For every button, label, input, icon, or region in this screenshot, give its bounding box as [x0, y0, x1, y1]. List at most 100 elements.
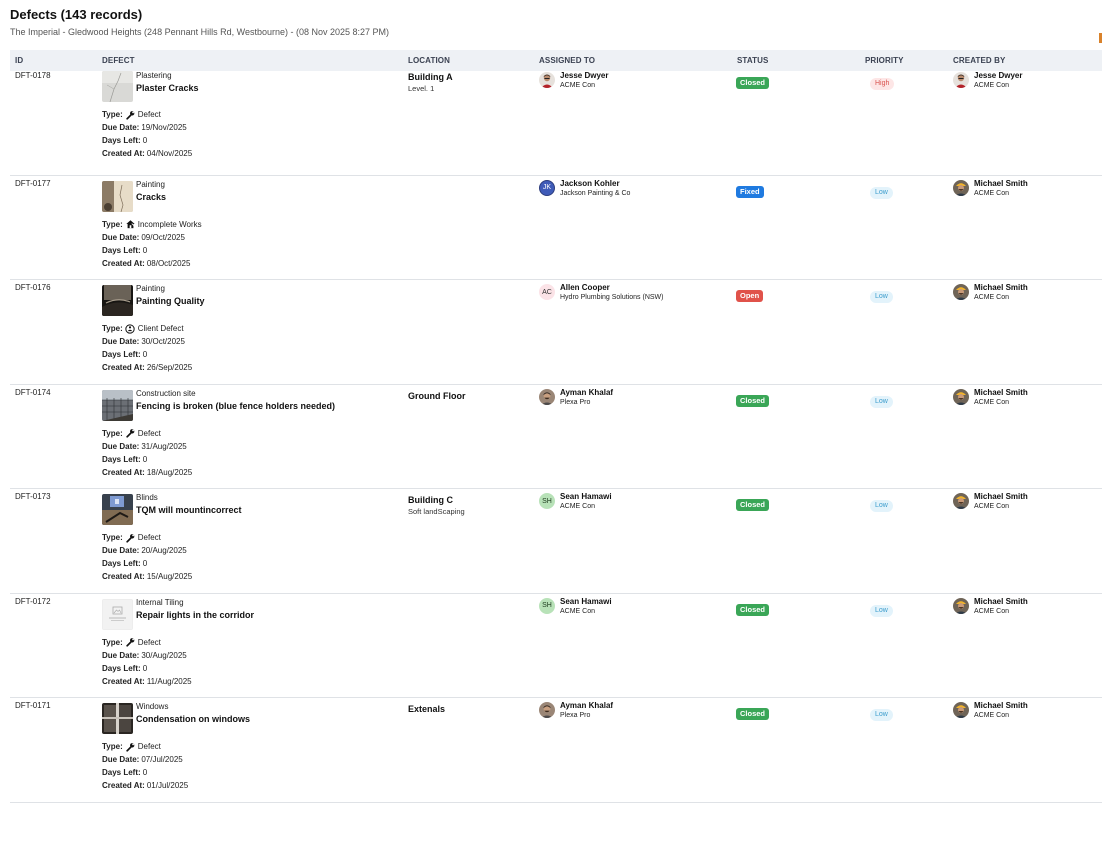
defect-id[interactable]: DFT-0176: [15, 283, 51, 292]
assigned-to-cell[interactable]: Ayman Khalaf Plexa Pro: [539, 701, 729, 721]
avatar-initials: JK: [542, 184, 552, 191]
created-by-cell[interactable]: Michael Smith ACME Con: [953, 179, 1093, 199]
status-cell: Closed: [736, 72, 770, 90]
due-date-label: Due Date:: [102, 755, 140, 764]
column-header-id[interactable]: ID: [15, 56, 23, 65]
table-row[interactable]: DFT-0176 Painting Painting Quality Type:…: [10, 280, 1102, 385]
defect-title[interactable]: Fencing is broken (blue fence holders ne…: [136, 400, 396, 412]
defect-title[interactable]: Painting Quality: [136, 295, 396, 307]
defect-thumbnail[interactable]: [102, 703, 133, 734]
assigned-to-cell[interactable]: SH Sean Hamawi ACME Con: [539, 492, 729, 512]
status-cell: Closed: [736, 703, 770, 721]
defect-id[interactable]: DFT-0173: [15, 492, 51, 501]
defect-meta: Type: Defect Due Date: 19/Nov/2025 Days Le…: [102, 108, 382, 160]
defect-thumbnail[interactable]: [102, 71, 133, 102]
assigned-to-cell[interactable]: JK Jackson Kohler Jackson Painting & Co: [539, 179, 729, 199]
defect-title[interactable]: TQM will mountincorrect: [136, 504, 396, 516]
type-label: Type:: [102, 219, 123, 229]
assignee-avatar: [539, 388, 555, 405]
created-by-cell[interactable]: Michael Smith ACME Con: [953, 597, 1093, 617]
assigned-to-cell[interactable]: Jesse Dwyer ACME Con: [539, 71, 729, 91]
table-row[interactable]: DFT-0178 Plastering Plaster Cracks Type:…: [10, 71, 1102, 176]
priority-cell: Low: [870, 285, 893, 303]
status-badge[interactable]: Closed: [736, 708, 770, 720]
created-by-cell[interactable]: Michael Smith ACME Con: [953, 283, 1093, 303]
priority-badge[interactable]: Low: [870, 604, 893, 617]
status-badge[interactable]: Fixed: [736, 185, 764, 198]
table-row[interactable]: DFT-0172 Internal Tiling Repair lights i…: [10, 594, 1102, 698]
priority-cell: Low: [870, 703, 893, 721]
priority-badge[interactable]: Low: [870, 709, 893, 721]
defect-thumbnail[interactable]: [102, 180, 133, 212]
created-at-label: Created At:: [102, 572, 145, 581]
creator-avatar: [953, 702, 969, 718]
days-left-label: Days Left:: [102, 350, 141, 359]
priority-badge[interactable]: Low: [870, 186, 893, 199]
priority-badge[interactable]: High: [870, 78, 895, 90]
created-at-line: Created At: 26/Sep/2025: [102, 361, 382, 374]
defect-thumbnail[interactable]: [102, 494, 133, 525]
defect-thumbnail[interactable]: [102, 598, 133, 630]
priority-badge[interactable]: Low: [870, 395, 893, 408]
creator-name: Michael Smith: [974, 178, 1028, 188]
column-header-defect[interactable]: DEFECT: [102, 56, 135, 65]
status-badge[interactable]: Closed: [736, 603, 770, 616]
status-badge[interactable]: Closed: [736, 77, 770, 89]
type-value: Incomplete Works: [137, 219, 202, 229]
defect-summary: Construction site Fencing is broken (blu…: [136, 389, 396, 412]
type-label: Type:: [102, 533, 123, 542]
due-date-label: Due Date:: [102, 650, 140, 660]
column-header-assigned[interactable]: ASSIGNED TO: [539, 56, 595, 65]
column-header-priority[interactable]: PRIORITY: [865, 56, 904, 65]
created-by-cell[interactable]: Michael Smith ACME Con: [953, 701, 1093, 721]
due-date-value: 20/Aug/2025: [141, 546, 187, 555]
type-label: Type:: [102, 428, 123, 438]
type-label: Type:: [102, 324, 123, 333]
created-at-label: Created At:: [102, 258, 145, 268]
priority-badge[interactable]: Low: [870, 291, 893, 303]
defect-id[interactable]: DFT-0177: [15, 179, 51, 188]
days-left-value: 0: [142, 454, 148, 464]
priority-cell: Low: [870, 599, 893, 617]
assigned-to-cell[interactable]: AC Allen Cooper Hydro Plumbing Solutions…: [539, 283, 729, 303]
created-at-value: 15/Aug/2025: [146, 572, 193, 581]
status-badge[interactable]: Closed: [736, 499, 770, 511]
defect-title[interactable]: Cracks: [136, 191, 396, 203]
table-row[interactable]: DFT-0177 Painting Cracks Type: Incomplete…: [10, 176, 1102, 280]
assignee-company: ACME Con: [560, 503, 596, 510]
column-header-status[interactable]: STATUS: [737, 56, 768, 65]
defect-category: Plastering: [136, 71, 172, 80]
page-subtitle: The Imperial - Gledwood Heights (248 Pen…: [10, 27, 390, 37]
location-cell: Building C Soft landScaping: [408, 495, 528, 517]
table-row[interactable]: DFT-0171 Windows Condensation on windows…: [10, 698, 1102, 803]
status-cell: Closed: [736, 494, 770, 512]
created-by-cell[interactable]: Michael Smith ACME Con: [953, 492, 1093, 512]
defect-title[interactable]: Condensation on windows: [136, 713, 396, 725]
wrench-icon: [125, 637, 136, 647]
defect-id[interactable]: DFT-0171: [15, 701, 51, 710]
due-date-label: Due Date:: [102, 123, 140, 132]
assignee-avatar: [539, 72, 555, 88]
status-badge[interactable]: Open: [736, 290, 764, 302]
defect-title[interactable]: Plaster Cracks: [136, 82, 396, 94]
priority-badge[interactable]: Low: [870, 500, 893, 512]
defect-title[interactable]: Repair lights in the corridor: [136, 609, 396, 621]
column-header-location[interactable]: LOCATION: [408, 56, 450, 65]
assigned-to-cell[interactable]: SH Sean Hamawi ACME Con: [539, 597, 729, 617]
defect-id[interactable]: DFT-0178: [15, 71, 51, 80]
status-cell: Closed: [736, 599, 770, 617]
due-date-value: 30/Aug/2025: [141, 650, 187, 660]
column-header-created-by[interactable]: CREATED BY: [953, 56, 1005, 65]
days-left-line: Days Left: 0: [102, 244, 382, 257]
assigned-to-cell[interactable]: Ayman Khalaf Plexa Pro: [539, 388, 729, 408]
defect-summary: Plastering Plaster Cracks: [136, 71, 396, 94]
status-badge[interactable]: Closed: [736, 394, 770, 407]
defect-thumbnail[interactable]: [102, 389, 133, 421]
defect-thumbnail[interactable]: [102, 285, 133, 316]
defect-id[interactable]: DFT-0172: [15, 597, 51, 606]
defect-id[interactable]: DFT-0174: [15, 388, 51, 397]
table-row[interactable]: DFT-0174 Construction site Fencing is br…: [10, 385, 1102, 489]
table-row[interactable]: DFT-0173 Blinds TQM will mountincorrect …: [10, 489, 1102, 594]
created-by-cell[interactable]: Jesse Dwyer ACME Con: [953, 71, 1093, 91]
created-by-cell[interactable]: Michael Smith ACME Con: [953, 388, 1093, 408]
